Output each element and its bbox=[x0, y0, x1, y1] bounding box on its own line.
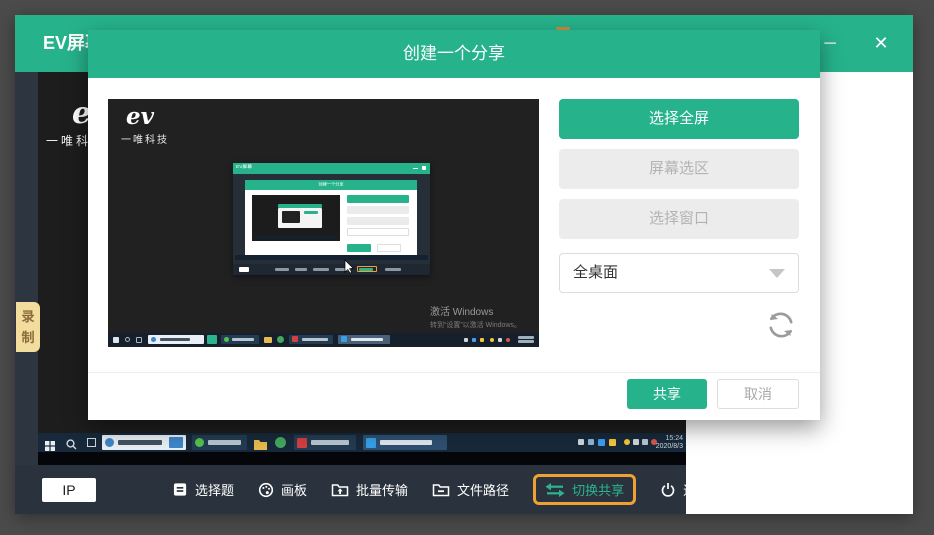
select-fullscreen-button[interactable]: 选择全屏 bbox=[559, 99, 799, 139]
toolbar-item-batch-transfer[interactable]: 批量传输 bbox=[331, 480, 408, 499]
folder-upload-icon bbox=[331, 482, 349, 498]
toolbar-item-file-path[interactable]: 文件路径 bbox=[432, 480, 509, 499]
nested-body: 创建一个分享 bbox=[233, 174, 430, 275]
modal-header: 创建一个分享 bbox=[88, 30, 820, 78]
sidebar-strip bbox=[15, 72, 38, 465]
create-share-modal: 创建一个分享 ev 一唯科技 EV屏幕 创建一个分享 bbox=[88, 30, 820, 420]
nested-preview bbox=[252, 195, 340, 241]
nested-app-title: EV屏幕 bbox=[236, 165, 252, 171]
desktop-bottom-black bbox=[38, 452, 686, 465]
tray-icon bbox=[642, 439, 648, 445]
cursor-icon bbox=[344, 259, 355, 279]
bottom-toolbar: IP 选择题 画板 批量传输 bbox=[15, 465, 686, 514]
toolbar-item-label: 画板 bbox=[281, 480, 307, 499]
toolbar-item-label: 退出共享 bbox=[683, 480, 735, 499]
taskbar-clock: 15:24 2020/8/3 bbox=[656, 435, 683, 451]
power-icon bbox=[660, 482, 676, 498]
chevron-down-icon bbox=[769, 269, 785, 278]
tray-app-icon bbox=[275, 437, 286, 448]
nested-titlebar: EV屏幕 bbox=[233, 163, 430, 174]
nested-toolbar bbox=[233, 264, 430, 275]
toolbar-item-exit-share[interactable]: 退出共享 bbox=[660, 480, 735, 499]
task-button bbox=[294, 435, 356, 450]
toolbar-item-switch-share[interactable]: 切换共享 bbox=[533, 474, 636, 505]
nested-modal-title: 创建一个分享 bbox=[271, 182, 391, 189]
preview-logo-mark: ev bbox=[126, 103, 154, 130]
toolbar-item-label: 文件路径 bbox=[457, 480, 509, 499]
desktop-taskbar: 15:24 2020/8/3 bbox=[38, 433, 686, 452]
tray-icon bbox=[624, 439, 630, 445]
modal-footer-divider bbox=[88, 372, 820, 373]
preview-logo-company: 一唯科技 bbox=[121, 131, 169, 146]
refresh-icon[interactable] bbox=[765, 309, 797, 346]
task-button bbox=[102, 435, 186, 450]
switch-share-icon bbox=[545, 483, 565, 497]
nested-taskbar bbox=[235, 255, 428, 260]
folder-path-icon bbox=[432, 482, 450, 498]
tray-icon bbox=[633, 439, 639, 445]
toolbar-item-label: 切换共享 bbox=[572, 480, 624, 499]
modal-title: 创建一个分享 bbox=[88, 30, 820, 78]
tray-icon bbox=[598, 439, 605, 446]
close-button[interactable]: ✕ bbox=[858, 15, 904, 72]
toolbar-item-label: 批量传输 bbox=[356, 480, 408, 499]
share-button[interactable]: 共享 bbox=[627, 379, 707, 409]
screen-select-dropdown[interactable]: 全桌面 bbox=[559, 253, 799, 293]
nested-app-window: EV屏幕 创建一个分享 bbox=[233, 163, 430, 275]
ip-button[interactable]: IP bbox=[42, 478, 96, 502]
preview-taskbar bbox=[108, 333, 539, 346]
toolbar-item-board[interactable]: 画板 bbox=[258, 480, 307, 499]
toolbar-item-label: 选择题 bbox=[195, 480, 234, 499]
tray-icon bbox=[609, 439, 616, 446]
dropdown-value: 全桌面 bbox=[573, 254, 618, 292]
toolbar-item-quiz[interactable]: 选择题 bbox=[173, 480, 234, 499]
tray-icon bbox=[578, 439, 584, 445]
tray-icon bbox=[588, 439, 594, 445]
taskview-icon bbox=[87, 438, 96, 447]
select-region-button[interactable]: 屏幕选区 bbox=[559, 149, 799, 189]
record-tab[interactable]: 录制 bbox=[16, 302, 40, 352]
quiz-icon bbox=[173, 482, 188, 497]
activate-windows-watermark: 激活 Windows 转到“设置”以激活 Windows。 bbox=[430, 303, 521, 330]
nested-modal: 创建一个分享 bbox=[245, 180, 417, 256]
share-preview-image: ev 一唯科技 EV屏幕 创建一个分享 bbox=[108, 99, 539, 347]
cancel-button[interactable]: 取消 bbox=[717, 379, 799, 409]
task-button bbox=[192, 435, 247, 450]
nested-modal-header: 创建一个分享 bbox=[245, 180, 417, 190]
palette-icon bbox=[258, 482, 274, 498]
select-window-button[interactable]: 选择窗口 bbox=[559, 199, 799, 239]
toolbar-items: 选择题 画板 批量传输 文件路径 bbox=[173, 465, 735, 514]
task-button-active bbox=[363, 435, 447, 450]
